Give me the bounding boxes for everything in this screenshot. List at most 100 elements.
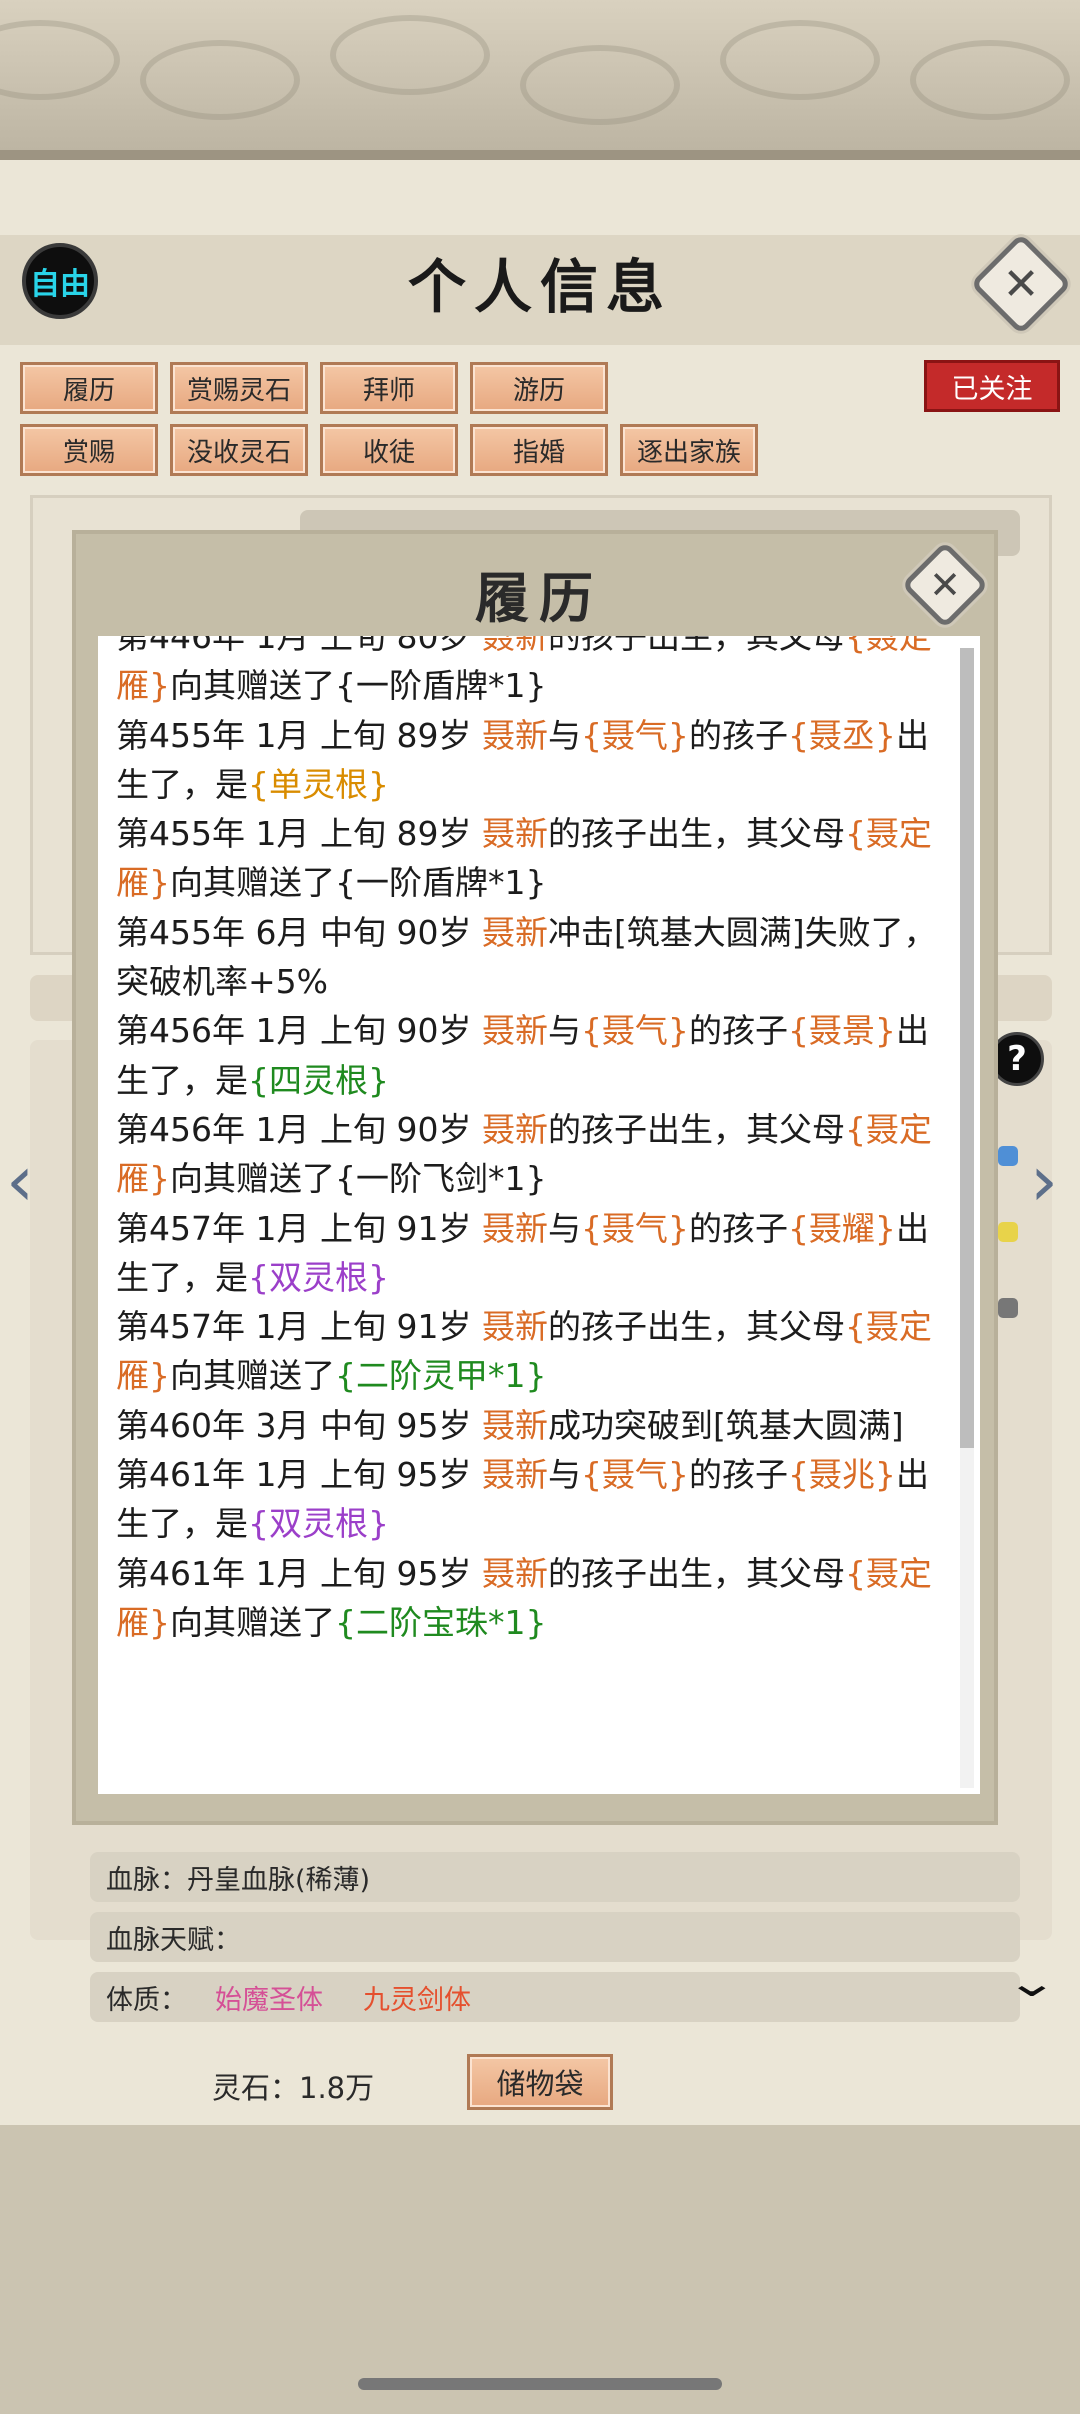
bloodline-row: 血脉：丹皇血脉(稀薄) bbox=[90, 1852, 1020, 1902]
log-segment: {聂气} bbox=[580, 1455, 689, 1495]
log-segment: {聂气} bbox=[580, 715, 689, 755]
confiscate-stones-button[interactable]: 没收灵石 bbox=[170, 424, 308, 476]
log-segment: 的孩子 bbox=[688, 1208, 788, 1248]
close-icon: ✕ bbox=[1002, 258, 1040, 310]
expel-button[interactable]: 逐出家族 bbox=[620, 424, 758, 476]
log-segment: 第455年 1月 上旬 89岁 bbox=[116, 715, 482, 755]
log-segment: 聂新 bbox=[481, 1455, 548, 1495]
gray-dot-icon bbox=[998, 1298, 1018, 1318]
resume-log[interactable]: 第446年 1月 上旬 80岁 聂新的孩子出生，其父母{聂定雁}向其赠送了{一阶… bbox=[98, 636, 980, 1794]
modal-title: 履历 bbox=[475, 566, 603, 630]
page-title: 个人信息 bbox=[407, 253, 672, 321]
log-entry: 第460年 3月 中旬 95岁 聂新成功突破到[筑基大圆满] bbox=[116, 1401, 946, 1450]
log-segment: 第461年 1月 上旬 95岁 bbox=[116, 1455, 482, 1495]
log-segment: {双灵根} bbox=[248, 1504, 389, 1544]
log-segment: 第446年 1月 上旬 80岁 bbox=[116, 636, 482, 656]
log-segment: 聂新 bbox=[481, 1405, 548, 1445]
close-icon: ✕ bbox=[929, 563, 961, 607]
log-segment: {聂兆} bbox=[787, 1455, 896, 1495]
log-segment: 向其赠送了 bbox=[170, 1356, 335, 1396]
wave-pattern bbox=[520, 45, 680, 125]
wave-pattern bbox=[330, 15, 490, 95]
log-segment: 聂新 bbox=[481, 1307, 548, 1347]
log-segment: 与 bbox=[547, 1455, 581, 1495]
resume-button[interactable]: 履历 bbox=[20, 362, 158, 414]
log-segment: {单灵根} bbox=[248, 764, 389, 804]
log-segment: 第456年 1月 上旬 90岁 bbox=[116, 1109, 482, 1149]
log-segment: 向其赠送了{一阶飞剑*1} bbox=[170, 1159, 547, 1199]
log-entry: 第461年 1月 上旬 95岁 聂新的孩子出生，其父母{聂定雁}向其赠送了{二阶… bbox=[116, 1549, 946, 1648]
log-segment: 第455年 6月 中旬 90岁 bbox=[116, 912, 482, 952]
wave-pattern bbox=[910, 40, 1070, 120]
chevron-down-icon[interactable]: ⌄ bbox=[1005, 1960, 1059, 2006]
log-entry: 第456年 1月 上旬 90岁 聂新的孩子出生，其父母{聂定雁}向其赠送了{一阶… bbox=[116, 1105, 946, 1204]
travel-button[interactable]: 游历 bbox=[470, 362, 608, 414]
spirit-stone-count: 灵石：1.8万 bbox=[212, 2071, 375, 2105]
log-segment: 聂新 bbox=[481, 1011, 548, 1051]
log-segment: 聂新 bbox=[481, 814, 548, 854]
prev-arrow-icon[interactable]: ‹ bbox=[6, 1140, 34, 1222]
log-segment: 聂新 bbox=[481, 715, 548, 755]
blue-dot-icon bbox=[998, 1146, 1018, 1166]
log-segment: 的孩子出生，其父母 bbox=[547, 814, 845, 854]
reward-stones-button[interactable]: 赏赐灵石 bbox=[170, 362, 308, 414]
log-segment: 与 bbox=[547, 715, 581, 755]
log-segment: 向其赠送了 bbox=[170, 1602, 335, 1642]
wave-pattern bbox=[0, 20, 120, 100]
log-segment: {二阶宝珠*1} bbox=[335, 1602, 547, 1642]
log-segment: 的孩子 bbox=[688, 1011, 788, 1051]
bottom-area bbox=[0, 2125, 1080, 2414]
log-segment: 的孩子 bbox=[688, 1455, 788, 1495]
log-segment: 的孩子 bbox=[688, 715, 788, 755]
log-entry: 第461年 1月 上旬 95岁 聂新与{聂气}的孩子{聂兆}出生了，是{双灵根} bbox=[116, 1450, 946, 1549]
bloodline-text: 血脉：丹皇血脉(稀薄) bbox=[106, 1864, 371, 1896]
wave-pattern bbox=[140, 40, 300, 120]
log-segment: 成功突破到[筑基大圆满] bbox=[547, 1405, 904, 1445]
log-segment: {四灵根} bbox=[248, 1060, 389, 1100]
storage-bag-button[interactable]: 储物袋 bbox=[467, 2054, 613, 2110]
log-segment: 向其赠送了{一阶盾牌*1} bbox=[170, 863, 547, 903]
top-banner bbox=[0, 0, 1080, 160]
resume-modal: 履历 ✕ 第446年 1月 上旬 80岁 聂新的孩子出生，其父母{聂定雁}向其赠… bbox=[72, 530, 998, 1825]
yellow-dot-icon bbox=[998, 1222, 1018, 1242]
log-entry: 第455年 1月 上旬 89岁 聂新的孩子出生，其父母{聂定雁}向其赠送了{一阶… bbox=[116, 809, 946, 908]
physique-value-1: 始魔圣体 bbox=[215, 1984, 323, 2016]
log-segment: {聂丞} bbox=[787, 715, 896, 755]
log-segment: 与 bbox=[547, 1011, 581, 1051]
log-segment: 聂新 bbox=[481, 1553, 548, 1593]
follow-button[interactable]: 已关注 bbox=[924, 360, 1060, 412]
bloodline-talent-text: 血脉天赋： bbox=[106, 1924, 241, 1956]
log-segment: {双灵根} bbox=[248, 1257, 389, 1297]
log-segment: {二阶灵甲*1} bbox=[335, 1356, 547, 1396]
home-indicator[interactable] bbox=[358, 2378, 722, 2390]
next-arrow-icon[interactable]: › bbox=[1030, 1140, 1058, 1222]
log-segment: 第461年 1月 上旬 95岁 bbox=[116, 1553, 482, 1593]
physique-label: 体质： bbox=[106, 1984, 187, 2016]
log-segment: 聂新 bbox=[481, 1208, 548, 1248]
take-disciple-button[interactable]: 收徒 bbox=[320, 424, 458, 476]
physique-value-2: 九灵剑体 bbox=[363, 1984, 471, 2016]
log-entry: 第455年 1月 上旬 89岁 聂新与{聂气}的孩子{聂丞}出生了，是{单灵根} bbox=[116, 711, 946, 810]
log-list: 第446年 1月 上旬 80岁 聂新的孩子出生，其父母{聂定雁}向其赠送了{一阶… bbox=[116, 636, 946, 1647]
log-segment: 的孩子出生，其父母 bbox=[547, 1307, 845, 1347]
reward-button[interactable]: 赏赐 bbox=[20, 424, 158, 476]
log-segment: 向其赠送了{一阶盾牌*1} bbox=[170, 666, 547, 706]
arrange-marriage-button[interactable]: 指婚 bbox=[470, 424, 608, 476]
log-segment: 第460年 3月 中旬 95岁 bbox=[116, 1405, 482, 1445]
log-segment: 的孩子出生，其父母 bbox=[547, 1109, 845, 1149]
log-segment: 第456年 1月 上旬 90岁 bbox=[116, 1011, 482, 1051]
log-segment: {聂气} bbox=[580, 1208, 689, 1248]
log-segment: {聂耀} bbox=[787, 1208, 896, 1248]
log-segment: 聂新 bbox=[481, 912, 548, 952]
apprentice-button[interactable]: 拜师 bbox=[320, 362, 458, 414]
bloodline-talent-row: 血脉天赋： bbox=[90, 1912, 1020, 1962]
physique-row: 体质： 始魔圣体 九灵剑体 bbox=[90, 1972, 1020, 2022]
log-segment: 与 bbox=[547, 1208, 581, 1248]
log-segment: 第457年 1月 上旬 91岁 bbox=[116, 1307, 482, 1347]
help-icon[interactable]: ? bbox=[990, 1032, 1044, 1086]
log-segment: {聂气} bbox=[580, 1011, 689, 1051]
log-entry: 第457年 1月 上旬 91岁 聂新的孩子出生，其父母{聂定雁}向其赠送了{二阶… bbox=[116, 1302, 946, 1401]
scrollbar-thumb[interactable] bbox=[960, 648, 974, 1448]
log-entry: 第446年 1月 上旬 80岁 聂新的孩子出生，其父母{聂定雁}向其赠送了{一阶… bbox=[116, 636, 946, 711]
log-segment: 聂新 bbox=[481, 636, 548, 656]
